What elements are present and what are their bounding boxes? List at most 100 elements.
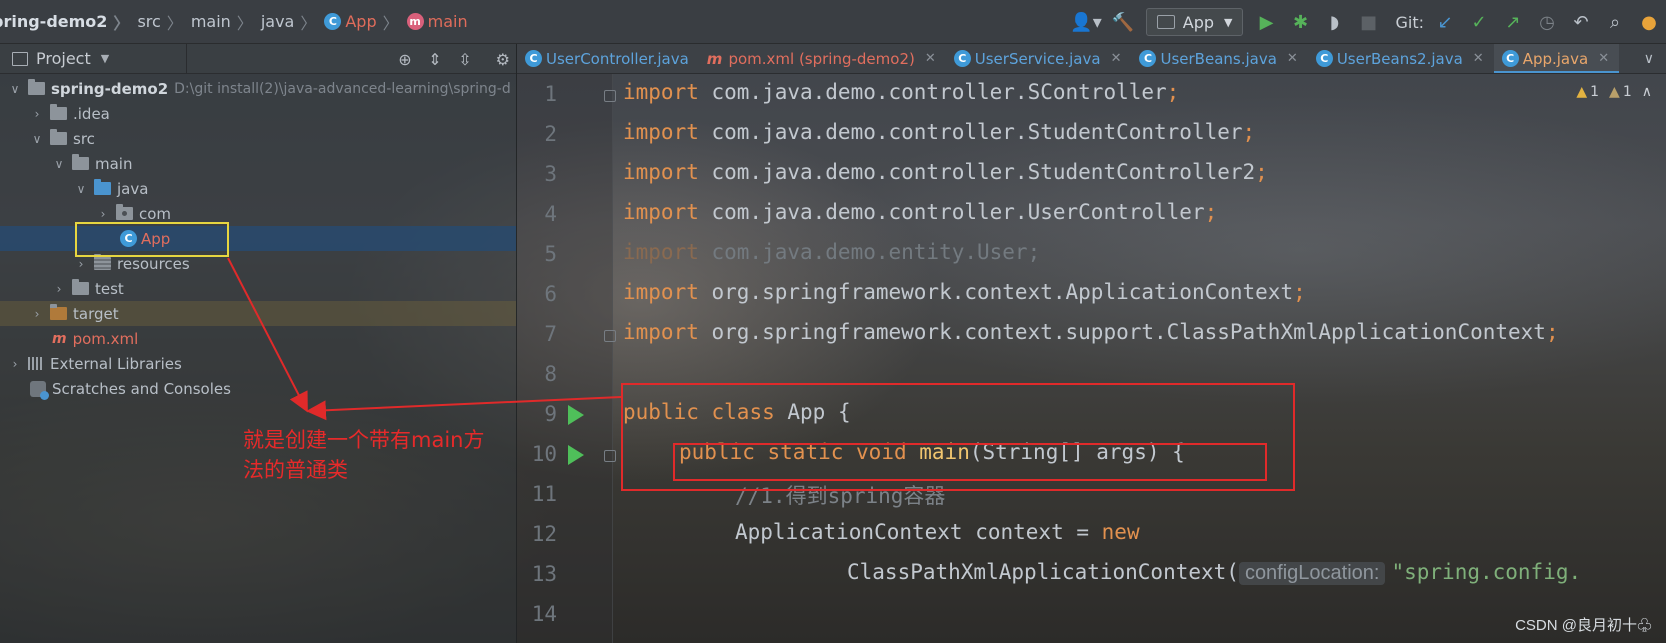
updates-icon[interactable]: ●: [1636, 8, 1662, 36]
git-commit-check-icon[interactable]: ✓: [1466, 8, 1492, 36]
run-gutter-icon[interactable]: [568, 445, 584, 465]
tree-item-main[interactable]: ∨ main: [0, 151, 516, 176]
chevron-down-icon[interactable]: ∨: [8, 82, 22, 96]
git-push-icon[interactable]: ↗: [1500, 8, 1526, 36]
chevron-down-icon[interactable]: ∨: [30, 132, 44, 146]
line-number: 2: [544, 122, 557, 146]
close-icon[interactable]: ✕: [1473, 51, 1484, 66]
expand-all-icon[interactable]: ⇕: [420, 50, 450, 69]
class-icon: C: [1501, 50, 1519, 67]
breadcrumb: pring-demo2 〉 src 〉 main 〉 java 〉 C App 〉 m m…: [0, 0, 468, 44]
folder-icon: [72, 279, 89, 295]
line-number: 1: [544, 82, 557, 106]
fold-marker-icon[interactable]: [604, 450, 616, 462]
inspection-widget[interactable]: ▲ 1 ▲ 1 ∧: [1576, 84, 1652, 100]
maven-icon: m: [706, 49, 723, 68]
fold-marker-icon[interactable]: [604, 330, 616, 342]
tree-item-idea[interactable]: › .idea: [0, 101, 516, 126]
breadcrumb-item-main-method[interactable]: m main: [406, 12, 468, 31]
breadcrumb-item-src[interactable]: src 〉: [137, 10, 190, 34]
code-line-13[interactable]: ClassPathXmlApplicationContext(configLoc…: [847, 560, 1581, 585]
breadcrumb-item-main[interactable]: main 〉: [191, 10, 261, 34]
breadcrumb-item-java[interactable]: java 〉: [261, 10, 325, 34]
panel-icon: [12, 51, 28, 66]
tree-item-spring-demo2[interactable]: ∨ spring-demo2 D:\git install(2)\java-ad…: [0, 76, 516, 101]
chevron-right-icon: 〉: [236, 13, 253, 33]
libraries-icon: [28, 357, 44, 370]
fold-marker-icon[interactable]: [604, 90, 616, 102]
chevron-right-icon[interactable]: ›: [52, 282, 66, 296]
chevron-up-icon[interactable]: ∧: [1642, 84, 1652, 100]
code-line-12[interactable]: ApplicationContext context = new: [735, 520, 1140, 544]
tree-item-pom[interactable]: m pom.xml: [0, 326, 516, 351]
project-header: Project ▼ ⊕ ⇕ ⇳ ⚙: [0, 44, 516, 74]
tree-item-external-libraries[interactable]: › External Libraries: [0, 351, 516, 376]
code-line-7[interactable]: import org.springframework.context.suppo…: [623, 320, 1559, 344]
tab-usercontroller[interactable]: C UserController.java: [517, 44, 699, 73]
chevron-right-icon[interactable]: ›: [96, 207, 110, 221]
code-line-4[interactable]: import com.java.demo.controller.UserCont…: [623, 200, 1217, 224]
tree-item-src[interactable]: ∨ src: [0, 126, 516, 151]
run-icon[interactable]: ▶: [1253, 8, 1279, 36]
chevron-down-icon[interactable]: ∨: [52, 157, 66, 171]
class-icon: C: [525, 50, 542, 67]
chevron-right-icon[interactable]: ›: [8, 357, 22, 371]
search-icon[interactable]: ⌕: [1602, 8, 1628, 36]
chevron-down-icon[interactable]: ∨: [74, 182, 88, 196]
chevron-right-icon[interactable]: ›: [74, 257, 88, 271]
build-hammer-icon[interactable]: 🔨: [1110, 8, 1136, 36]
configuration-icon: [1156, 15, 1175, 29]
tab-pom[interactable]: m pom.xml (spring-demo2) ✕: [699, 44, 946, 73]
breadcrumb-item-app[interactable]: C App 〉: [324, 10, 406, 34]
gear-icon[interactable]: ⚙: [496, 50, 510, 69]
class-icon: C: [1139, 50, 1157, 67]
chevron-down-icon: ▼: [100, 52, 110, 65]
package-icon: [116, 204, 133, 220]
chevron-right-icon[interactable]: ›: [30, 107, 44, 121]
tree-item-target[interactable]: › target: [0, 301, 516, 326]
close-icon[interactable]: ✕: [925, 51, 936, 66]
line-number: 11: [531, 482, 557, 506]
close-icon[interactable]: ✕: [1111, 51, 1122, 66]
user-account-icon[interactable]: 👤▾: [1070, 8, 1101, 36]
collapse-all-icon[interactable]: ⇳: [450, 50, 480, 69]
tree-item-scratches[interactable]: Scratches and Consoles: [0, 376, 516, 401]
line-number: 13: [531, 562, 557, 586]
coverage-shield-icon[interactable]: ◗: [1321, 8, 1347, 36]
tree-item-java[interactable]: ∨ java: [0, 176, 516, 201]
tab-app[interactable]: C App.java ✕: [1493, 44, 1620, 73]
code-line-5-unused-import[interactable]: import com.java.demo.entity.User;: [623, 240, 1040, 264]
tab-userbeans2[interactable]: C UserBeans2.java ✕: [1308, 44, 1494, 73]
folder-icon: [50, 129, 67, 145]
line-number: 12: [531, 522, 557, 546]
tab-userservice[interactable]: C UserService.java ✕: [946, 44, 1132, 73]
code-line-2[interactable]: import com.java.demo.controller.StudentC…: [623, 120, 1255, 144]
chevron-right-icon: 〉: [300, 13, 317, 33]
code-line-6[interactable]: import org.springframework.context.Appli…: [623, 280, 1306, 304]
code-line-3[interactable]: import com.java.demo.controller.StudentC…: [623, 160, 1268, 184]
run-configuration-select[interactable]: App ▼: [1145, 8, 1244, 36]
chevron-right-icon[interactable]: ›: [30, 307, 44, 321]
close-icon[interactable]: ✕: [1598, 51, 1609, 66]
chevron-down-icon[interactable]: ∨: [1644, 51, 1666, 67]
code-line-1[interactable]: import com.java.demo.controller.SControl…: [623, 80, 1179, 104]
header-divider: [186, 44, 187, 74]
history-clock-icon[interactable]: ◷: [1534, 8, 1560, 36]
editor-gutter: [517, 74, 613, 643]
stop-icon[interactable]: ■: [1355, 8, 1381, 36]
editor-tabs: C UserController.java m pom.xml (spring-…: [517, 44, 1666, 74]
git-update-icon[interactable]: ↙: [1432, 8, 1458, 36]
project-tool-window: Project ▼ ⊕ ⇕ ⇳ ⚙ ∨ spring-demo2 D:\git …: [0, 44, 517, 643]
navigation-bar: pring-demo2 〉 src 〉 main 〉 java 〉 C App 〉 m m…: [0, 0, 1666, 44]
debug-bug-icon[interactable]: ✱: [1287, 8, 1313, 36]
class-icon: C: [1315, 50, 1333, 67]
close-icon[interactable]: ✕: [1287, 51, 1298, 66]
breadcrumb-item-project[interactable]: pring-demo2 〉: [0, 10, 137, 34]
run-gutter-icon[interactable]: [568, 405, 584, 425]
line-number: 3: [544, 162, 557, 186]
tab-userbeans[interactable]: C UserBeans.java ✕: [1131, 44, 1307, 73]
project-view-selector[interactable]: Project ▼: [12, 49, 109, 68]
locate-crosshair-icon[interactable]: ⊕: [390, 50, 420, 69]
rollback-icon[interactable]: ↶: [1568, 8, 1594, 36]
tree-item-test[interactable]: › test: [0, 276, 516, 301]
